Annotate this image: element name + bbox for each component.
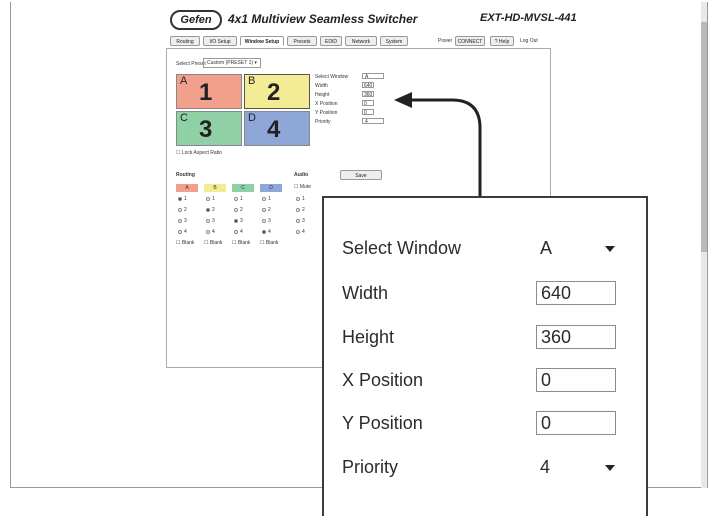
mini-y-position-field[interactable]: 0 bbox=[362, 109, 374, 116]
select-preset-label: Select Preset bbox=[176, 61, 206, 67]
tab-system[interactable]: System bbox=[380, 36, 408, 46]
chevron-down-icon bbox=[605, 465, 615, 471]
mini-width-field[interactable]: 640 bbox=[362, 82, 374, 89]
help-button[interactable]: ? Help bbox=[490, 36, 514, 46]
routing-radio[interactable] bbox=[206, 197, 210, 201]
app-header: Gefen 4x1 Multiview Seamless Switcher EX… bbox=[170, 10, 577, 32]
routing-radio[interactable] bbox=[178, 208, 182, 212]
routing-radio[interactable] bbox=[262, 219, 266, 223]
blank-checkbox[interactable]: ☐ Blank bbox=[176, 240, 194, 246]
mute-checkbox[interactable]: ☐ Mute bbox=[294, 184, 311, 190]
routing-radio[interactable] bbox=[206, 208, 210, 212]
audio-radio[interactable] bbox=[296, 230, 300, 234]
app-title: 4x1 Multiview Seamless Switcher bbox=[228, 12, 418, 26]
routing-radio[interactable] bbox=[262, 197, 266, 201]
zoom-callout: Select Window A Width 640 Height 360 X P… bbox=[322, 196, 648, 516]
zoom-height-label: Height bbox=[342, 327, 395, 347]
blank-checkbox[interactable]: ☐ Blank bbox=[204, 240, 222, 246]
window-letter: D bbox=[248, 112, 256, 124]
audio-radio[interactable] bbox=[296, 219, 300, 223]
mini-select-window-dropdown[interactable]: A bbox=[362, 73, 384, 80]
zoom-x-position-field[interactable]: 0 bbox=[536, 368, 616, 392]
window-number: 2 bbox=[267, 79, 281, 106]
zoom-select-window-value: A bbox=[540, 238, 553, 258]
zoom-select-window-label: Select Window bbox=[342, 238, 462, 258]
mini-height-label: Height bbox=[315, 92, 330, 98]
window-letter: A bbox=[180, 75, 188, 87]
blank-checkbox[interactable]: ☐ Blank bbox=[232, 240, 250, 246]
routing-radio[interactable] bbox=[206, 219, 210, 223]
mini-priority-dropdown[interactable]: 4 bbox=[362, 118, 384, 125]
gefen-logo: Gefen bbox=[170, 10, 222, 30]
zoom-priority-label: Priority bbox=[342, 457, 399, 477]
routing-radio[interactable] bbox=[262, 230, 266, 234]
tab-io-setup[interactable]: I/O Setup bbox=[203, 36, 237, 46]
tab-routing[interactable]: Routing bbox=[170, 36, 200, 46]
routing-col-b: B bbox=[204, 184, 226, 192]
routing-radio[interactable] bbox=[178, 230, 182, 234]
chevron-down-icon bbox=[605, 246, 615, 252]
routing-radio[interactable] bbox=[178, 197, 182, 201]
routing-radio[interactable] bbox=[234, 197, 238, 201]
scrollbar-track[interactable] bbox=[701, 2, 707, 488]
zoom-width-label: Width bbox=[342, 283, 389, 303]
routing-radio[interactable] bbox=[234, 230, 238, 234]
save-button[interactable]: Save bbox=[340, 170, 382, 180]
zoom-priority-value: 4 bbox=[540, 457, 551, 477]
mini-height-field[interactable]: 360 bbox=[362, 91, 374, 98]
mini-x-position-field[interactable]: 0 bbox=[362, 100, 374, 107]
mini-x-position-label: X Position bbox=[315, 101, 338, 107]
mini-priority-label: Priority bbox=[315, 119, 331, 125]
routing-label: Routing bbox=[176, 172, 195, 178]
nav-tabs: Routing I/O Setup Window Setup Presets E… bbox=[170, 36, 555, 48]
window-a[interactable]: A 1 bbox=[176, 74, 242, 109]
model-number: EXT-HD-MVSL-441 bbox=[480, 12, 577, 24]
routing-col-c: C bbox=[232, 184, 254, 192]
mini-y-position-label: Y Position bbox=[315, 110, 338, 116]
zoom-width-field[interactable]: 640 bbox=[536, 281, 616, 305]
blank-checkbox[interactable]: ☐ Blank bbox=[260, 240, 278, 246]
routing-radio[interactable] bbox=[262, 208, 266, 212]
routing-col-d: D bbox=[260, 184, 282, 192]
zoom-select-window-dropdown[interactable]: A bbox=[536, 236, 621, 260]
mini-width-label: Width bbox=[315, 83, 328, 89]
select-preset-dropdown[interactable]: Custom (PRESET 1) ▾ bbox=[203, 58, 261, 68]
scrollbar-thumb[interactable] bbox=[701, 22, 707, 252]
window-number: 3 bbox=[199, 116, 213, 143]
window-d[interactable]: D 4 bbox=[244, 111, 310, 146]
window-b[interactable]: B 2 bbox=[244, 74, 310, 109]
tab-window-setup[interactable]: Window Setup bbox=[240, 36, 284, 46]
tab-presets[interactable]: Presets bbox=[287, 36, 317, 46]
tab-network[interactable]: Network bbox=[345, 36, 377, 46]
routing-radio[interactable] bbox=[206, 230, 210, 234]
zoom-y-position-label: Y Position bbox=[342, 413, 423, 433]
routing-col-a: A bbox=[176, 184, 198, 192]
audio-radio[interactable] bbox=[296, 197, 300, 201]
power-button[interactable]: CONNECT bbox=[455, 36, 485, 46]
tab-edid[interactable]: EDID bbox=[320, 36, 342, 46]
logout-link[interactable]: Log Out bbox=[520, 38, 538, 44]
window-c[interactable]: C 3 bbox=[176, 111, 242, 146]
window-letter: C bbox=[180, 112, 188, 124]
zoom-y-position-field[interactable]: 0 bbox=[536, 411, 616, 435]
window-letter: B bbox=[248, 75, 256, 87]
power-label: Power bbox=[438, 38, 453, 44]
lock-aspect-checkbox[interactable]: ☐ Lock Aspect Ratio bbox=[176, 150, 222, 156]
window-layout-preview: A 1 B 2 C 3 D 4 bbox=[176, 74, 310, 146]
routing-radio[interactable] bbox=[178, 219, 182, 223]
audio-radio[interactable] bbox=[296, 208, 300, 212]
window-number: 1 bbox=[199, 79, 213, 106]
window-number: 4 bbox=[267, 116, 281, 143]
zoom-height-field[interactable]: 360 bbox=[536, 325, 616, 349]
audio-label: Audio bbox=[294, 172, 309, 178]
mini-select-window-label: Select Window bbox=[315, 74, 349, 80]
select-preset-value: Custom (PRESET 1) bbox=[207, 60, 254, 66]
zoom-x-position-label: X Position bbox=[342, 370, 424, 390]
zoom-priority-dropdown[interactable]: 4 bbox=[536, 455, 621, 479]
routing-radio[interactable] bbox=[234, 219, 238, 223]
routing-radio[interactable] bbox=[234, 208, 238, 212]
